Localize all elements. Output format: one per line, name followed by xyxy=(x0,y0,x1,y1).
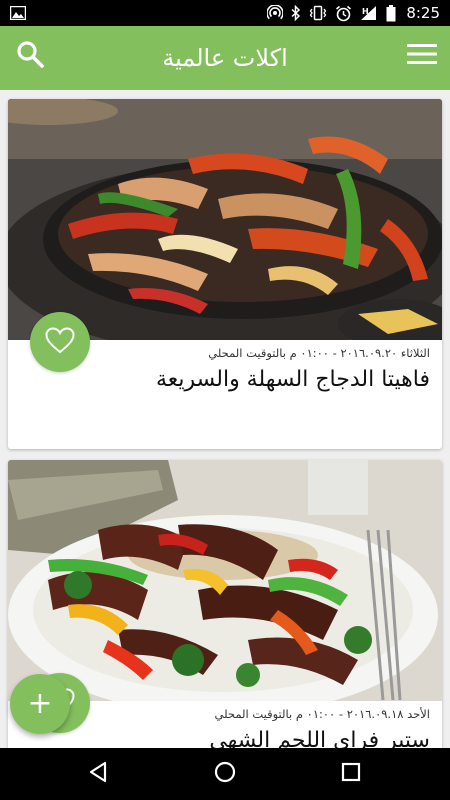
heart-icon xyxy=(45,326,75,358)
recipe-card[interactable]: الأحد ٢٠١٦.٠٩.١٨ - ٠١:٠٠ م بالتوقيت المح… xyxy=(8,460,442,748)
recipe-card[interactable]: الثلاثاء ٢٠١٦.٠٩.٢٠ - ٠١:٠٠ م بالتوقيت ا… xyxy=(8,99,442,449)
back-button[interactable] xyxy=(83,759,113,789)
chicken-fajita-photo[interactable] xyxy=(8,99,442,340)
battery-icon xyxy=(386,4,396,22)
signal-icon: H xyxy=(360,5,378,21)
add-icon: + xyxy=(27,686,53,721)
status-icons: H 8:25 xyxy=(267,3,440,23)
menu-button[interactable] xyxy=(400,34,444,78)
recipe-date: الثلاثاء ٢٠١٦.٠٩.٢٠ - ٠١:٠٠ م بالتوقيت ا… xyxy=(208,346,430,360)
recipe-title[interactable]: ستير فراي اللحم الشهي xyxy=(209,728,430,748)
image-icon xyxy=(9,5,27,21)
status-bar: H 8:25 xyxy=(0,0,450,26)
beef-stir-fry-photo[interactable] xyxy=(8,460,442,701)
svg-text:H: H xyxy=(362,7,369,16)
navigation-bar xyxy=(0,748,450,800)
home-icon xyxy=(214,761,236,787)
search-icon xyxy=(16,40,44,72)
recipe-feed[interactable]: الثلاثاء ٢٠١٦.٠٩.٢٠ - ٠١:٠٠ م بالتوقيت ا… xyxy=(0,90,450,748)
back-icon xyxy=(88,761,108,787)
hotspot-icon xyxy=(267,5,284,21)
recipe-title[interactable]: فاهيتا الدجاج السهلة والسريعة xyxy=(156,367,430,392)
recents-button[interactable] xyxy=(336,759,366,789)
home-button[interactable] xyxy=(210,759,240,789)
alarm-icon xyxy=(335,5,352,22)
search-button[interactable] xyxy=(8,34,52,78)
vibrate-icon xyxy=(309,5,327,21)
menu-icon xyxy=(407,43,437,69)
recipe-date: الأحد ٢٠١٦.٠٩.١٨ - ٠١:٠٠ م بالتوقيت المح… xyxy=(214,707,431,721)
app-bar: اكلات عالمية xyxy=(0,26,450,90)
recents-icon xyxy=(341,762,361,786)
app-title: اكلات عالمية xyxy=(162,44,288,72)
favorite-button[interactable] xyxy=(30,312,90,372)
bluetooth-icon xyxy=(291,5,301,21)
add-button[interactable]: + xyxy=(10,674,70,734)
status-time: 8:25 xyxy=(406,4,440,22)
